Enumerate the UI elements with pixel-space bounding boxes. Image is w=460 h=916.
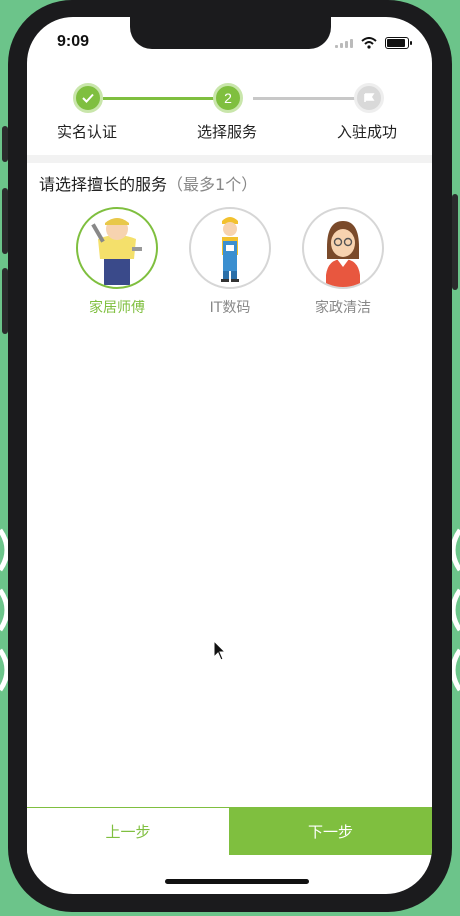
signal-icon xyxy=(335,38,353,48)
service-avatar[interactable] xyxy=(302,207,384,289)
notch xyxy=(130,17,331,49)
step-2-circle: 2 xyxy=(213,83,243,113)
mouse-cursor-icon xyxy=(213,640,227,661)
previous-step-button[interactable]: 上一步 xyxy=(27,807,229,855)
volume-down-button xyxy=(2,268,8,334)
handyman-icon xyxy=(91,218,142,285)
wifi-icon xyxy=(361,37,377,49)
app-screen: 9:09 2 实名认证 选择服务 入驻成功 请选择擅长的服务（最多1个） 家居师… xyxy=(27,17,432,894)
step-3-label: 入驻成功 xyxy=(337,123,398,141)
service-avatar[interactable] xyxy=(189,207,271,289)
step-1-circle xyxy=(73,83,103,113)
prompt-hint: （最多1个） xyxy=(167,175,258,194)
next-step-button[interactable]: 下一步 xyxy=(229,807,432,855)
bottom-action-bar: 上一步 下一步 xyxy=(27,807,432,855)
flag-icon xyxy=(364,93,375,102)
step-3-circle xyxy=(354,83,384,113)
home-indicator[interactable] xyxy=(165,879,309,884)
step-1-label: 实名认证 xyxy=(57,123,118,141)
housekeeper-icon xyxy=(326,221,360,287)
service-option-home-repair[interactable]: 家居师傅 xyxy=(72,207,162,317)
status-time: 9:09 xyxy=(57,33,90,50)
step-2-label: 选择服务 xyxy=(197,123,258,141)
service-label: 家政清洁 xyxy=(315,300,371,316)
service-avatar[interactable] xyxy=(76,207,158,289)
step-connector-pending xyxy=(253,97,365,100)
prompt-text: 请选择擅长的服务 xyxy=(39,175,168,194)
service-label: IT数码 xyxy=(209,300,251,316)
worker-icon xyxy=(221,217,239,282)
progress-stepper: 2 实名认证 选择服务 入驻成功 xyxy=(27,83,432,163)
service-option-it-digital[interactable]: IT数码 xyxy=(185,207,275,317)
battery-icon xyxy=(385,37,412,49)
phone-frame: 9:09 2 实名认证 选择服务 入驻成功 请选择擅长的服务（最多1个） 家居师… xyxy=(2,0,458,912)
volume-up-button xyxy=(2,188,8,254)
status-icons xyxy=(335,37,412,49)
mute-switch xyxy=(2,126,8,162)
check-icon xyxy=(82,93,94,103)
power-button xyxy=(452,194,458,290)
service-label: 家居师傅 xyxy=(89,300,145,316)
service-option-housekeeping[interactable]: 家政清洁 xyxy=(298,207,388,317)
step-connector-done xyxy=(103,97,225,100)
service-prompt: 请选择擅长的服务（最多1个） xyxy=(39,171,257,195)
section-divider xyxy=(27,155,432,163)
